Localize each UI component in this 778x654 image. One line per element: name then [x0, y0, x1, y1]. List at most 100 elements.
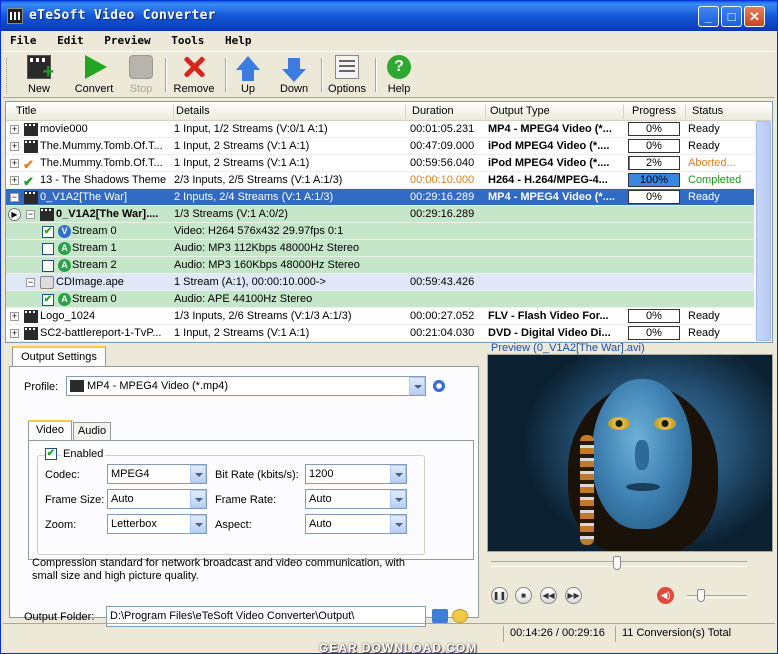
- stream-row[interactable]: A Stream 2 Audio: MP3 160Kbps 48000Hz St…: [6, 257, 754, 274]
- menu-edit[interactable]: Edit: [50, 31, 91, 47]
- aspect-select[interactable]: Auto: [305, 514, 407, 534]
- down-button[interactable]: Down: [273, 54, 315, 96]
- stop-icon: [129, 55, 153, 79]
- table-row[interactable]: + movie000 1 Input, 1/2 Streams (V:0/1 A…: [6, 121, 754, 138]
- play-icon: [85, 55, 107, 79]
- expand-icon[interactable]: +: [10, 142, 19, 151]
- column-status[interactable]: Status: [692, 105, 752, 119]
- output-settings-pane: Profile: MP4 - MPEG4 Video (*.mp4) Video…: [9, 366, 479, 627]
- volume-icon[interactable]: ◀): [657, 587, 674, 604]
- video-preview[interactable]: [487, 354, 773, 552]
- table-row-selected[interactable]: − 0_V1A2[The War] 2 Inputs, 2/4 Streams …: [6, 189, 754, 206]
- volume-slider[interactable]: [687, 595, 747, 598]
- table-row[interactable]: + ✔ 13 - The Shadows Theme 2/3 Inputs, 2…: [6, 172, 754, 189]
- column-output-type[interactable]: Output Type: [490, 105, 624, 119]
- output-folder-label: Output Folder:: [24, 611, 95, 623]
- fast-forward-button[interactable]: ▶▶: [565, 587, 582, 604]
- stream-checkbox[interactable]: ✔: [42, 226, 54, 238]
- bitrate-select[interactable]: 1200: [305, 464, 407, 484]
- row-title: SC2-battlereport-1-TvP...: [40, 327, 162, 339]
- help-button[interactable]: ? Help: [381, 54, 417, 96]
- new-button[interactable]: New: [17, 54, 61, 96]
- table-row[interactable]: + ✔ The.Mummy.Tomb.Of.T... 1 Input, 2 St…: [6, 155, 754, 172]
- expand-icon[interactable]: +: [10, 176, 19, 185]
- row-title: 0_V1A2[The War]: [40, 191, 128, 203]
- chevron-down-icon[interactable]: [390, 465, 406, 483]
- stream-row[interactable]: A Stream 1 Audio: MP3 112Kbps 48000Hz St…: [6, 240, 754, 257]
- profile-select[interactable]: MP4 - MPEG4 Video (*.mp4): [66, 376, 426, 396]
- table-row[interactable]: + Logo_1024 1/3 Inputs, 2/6 Streams (V:1…: [6, 308, 754, 325]
- tab-output-settings[interactable]: Output Settings: [12, 346, 106, 366]
- framesize-select[interactable]: Auto: [107, 489, 207, 509]
- close-button[interactable]: ✕: [744, 6, 765, 27]
- expand-icon[interactable]: +: [10, 312, 19, 321]
- browse-folder-icon[interactable]: [432, 609, 448, 623]
- list-scrollbar[interactable]: [755, 121, 772, 342]
- options-button[interactable]: Options: [325, 54, 369, 96]
- collapse-icon[interactable]: −: [26, 278, 35, 287]
- maximize-button[interactable]: □: [721, 6, 742, 27]
- seek-thumb[interactable]: [613, 556, 621, 570]
- stop-button[interactable]: Stop: [123, 54, 159, 96]
- tab-audio[interactable]: Audio: [73, 422, 111, 440]
- stop-playback-button[interactable]: ■: [515, 587, 532, 604]
- expand-icon[interactable]: +: [10, 159, 19, 168]
- menu-preview[interactable]: Preview: [97, 31, 157, 47]
- codec-select[interactable]: MPEG4: [107, 464, 207, 484]
- open-folder-icon[interactable]: [452, 609, 468, 623]
- gear-icon[interactable]: [432, 379, 446, 393]
- framerate-select[interactable]: Auto: [305, 489, 407, 509]
- app-window: eTeSoft Video Converter _ □ ✕ File Edit …: [0, 0, 778, 654]
- framerate-value: Auto: [309, 493, 332, 505]
- collapse-icon[interactable]: −: [26, 210, 35, 219]
- chevron-down-icon[interactable]: [409, 377, 425, 395]
- menu-file[interactable]: File: [3, 31, 44, 47]
- column-details[interactable]: Details: [176, 105, 406, 119]
- chevron-down-icon[interactable]: [190, 490, 206, 508]
- film-icon: [7, 8, 23, 24]
- chevron-down-icon[interactable]: [390, 515, 406, 533]
- row-duration: 00:00:27.052: [410, 310, 475, 322]
- chevron-down-icon[interactable]: [190, 465, 206, 483]
- remove-button[interactable]: Remove: [169, 54, 219, 96]
- pause-button[interactable]: ❚❚: [491, 587, 508, 604]
- column-progress[interactable]: Progress: [632, 105, 686, 119]
- convert-button[interactable]: Convert: [69, 54, 119, 96]
- chevron-down-icon[interactable]: [390, 490, 406, 508]
- menu-tools[interactable]: Tools: [164, 31, 211, 47]
- enabled-label: Enabled: [61, 448, 106, 460]
- column-title[interactable]: Title: [16, 105, 174, 119]
- input-row[interactable]: ▶ − 0_V1A2[The War].... 1/3 Streams (V:1…: [6, 206, 754, 223]
- play-input-icon[interactable]: ▶: [8, 208, 21, 221]
- enabled-checkbox[interactable]: ✔: [45, 448, 57, 460]
- table-row[interactable]: + SC2-battlereport-1-TvP... 1 Input, 2 S…: [6, 325, 754, 342]
- expand-icon[interactable]: +: [10, 125, 19, 134]
- column-duration[interactable]: Duration: [412, 105, 486, 119]
- title-bar[interactable]: eTeSoft Video Converter _ □ ✕: [1, 1, 777, 31]
- stream-checkbox[interactable]: [42, 260, 54, 272]
- toolbar-grip[interactable]: [6, 58, 9, 94]
- volume-thumb[interactable]: [697, 589, 705, 602]
- rewind-button[interactable]: ◀◀: [540, 587, 557, 604]
- menu-help[interactable]: Help: [218, 31, 259, 47]
- stream-row[interactable]: ✔ V Stream 0 Video: H264 576x432 29.97fp…: [6, 223, 754, 240]
- remove-label: Remove: [173, 83, 215, 95]
- up-button[interactable]: Up: [229, 54, 267, 96]
- collapse-icon[interactable]: −: [10, 193, 19, 202]
- scrollbar-thumb[interactable]: [756, 121, 771, 341]
- tab-video[interactable]: Video: [28, 420, 72, 440]
- progress-bar: 100%: [628, 173, 680, 187]
- checkmark-icon: ✔: [23, 157, 34, 172]
- stream-checkbox[interactable]: [42, 243, 54, 255]
- table-row[interactable]: + The.Mummy.Tomb.Of.T... 1 Input, 2 Stre…: [6, 138, 754, 155]
- framesize-value: Auto: [111, 493, 134, 505]
- stream-checkbox[interactable]: ✔: [42, 294, 54, 306]
- minimize-button[interactable]: _: [698, 6, 719, 27]
- row-output-type: FLV - Flash Video For...: [488, 310, 609, 322]
- input-row[interactable]: − CDImage.ape 1 Stream (A:1), 00:00:10.0…: [6, 274, 754, 291]
- conversion-list[interactable]: Title Details Duration Output Type Progr…: [5, 101, 773, 343]
- zoom-select[interactable]: Letterbox: [107, 514, 207, 534]
- expand-icon[interactable]: +: [10, 329, 19, 338]
- chevron-down-icon[interactable]: [190, 515, 206, 533]
- stream-row[interactable]: ✔ A Stream 0 Audio: APE 44100Hz Stereo: [6, 291, 754, 308]
